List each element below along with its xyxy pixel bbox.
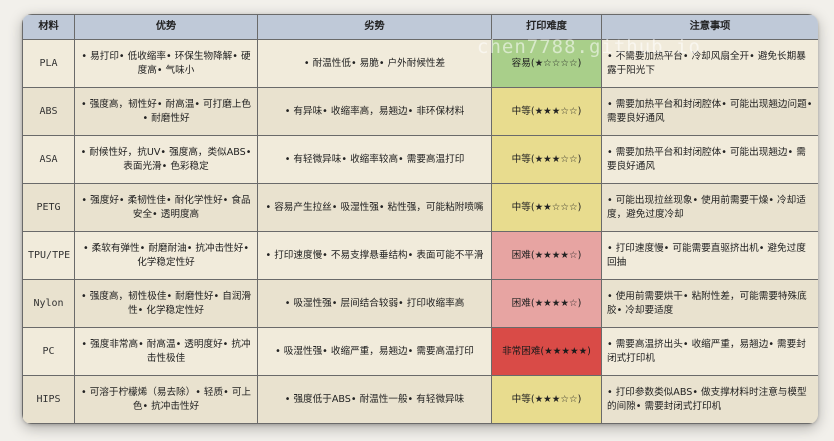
notes-cell: • 需要加热平台和封闭腔体• 可能出现翘边• 需要良好通风 [601,135,818,184]
disadvantages-cell: • 耐温性低• 易脆• 户外耐候性差 [257,39,492,88]
material-cell: ABS [22,87,75,136]
disadvantages-cell: • 有轻微异味• 收缩率较高• 需要高温打印 [257,135,492,184]
advantages-cell: • 强度非常高• 耐高温• 透明度好• 抗冲击性极佳 [74,327,258,376]
notes-cell: • 不需要加热平台• 冷却风扇全开• 避免长期暴露于阳光下 [601,39,818,88]
table-row: ABS • 强度高，韧性好• 耐高温• 可打磨上色• 耐磨性好 • 有异味• 收缩率… [22,87,818,136]
advantages-cell: • 易打印• 低收缩率• 环保生物降解• 硬度高• 气味小 [74,39,258,88]
disadvantages-cell: • 打印速度慢• 不易支撑悬垂结构• 表面可能不平滑 [257,231,492,280]
disadvantages-cell: • 容易产生拉丝• 吸湿性强• 粘性强，可能粘附喷嘴 [257,183,492,232]
material-cell: Nylon [22,279,75,328]
notes-cell: • 可能出现拉丝现象• 使用前需要干燥• 冷却适度，避免过度冷却 [601,183,818,232]
table-row: PC • 强度非常高• 耐高温• 透明度好• 抗冲击性极佳 • 吸湿性强• 收缩严重… [22,327,818,376]
difficulty-cell: 困难(★★★★☆) [491,231,602,280]
material-cell: TPU/TPE [22,231,75,280]
advantages-cell: • 可溶于柠檬烯（易去除）• 轻质• 可上色• 抗冲击性好 [74,375,258,424]
table-row: TPU/TPE • 柔软有弹性• 耐磨耐油• 抗冲击性好• 化学稳定性好 • 打印速… [22,231,818,280]
advantages-cell: • 耐候性好，抗UV• 强度高，类似ABS• 表面光滑• 色彩稳定 [74,135,258,184]
notes-cell: • 打印速度慢• 可能需要直驱挤出机• 避免过度回抽 [601,231,818,280]
materials-table-card: 材料 优势 劣势 打印难度 注意事项 PLA • 易打印• 低收缩率• 环保生物降… [22,14,818,424]
table-row: ASA • 耐候性好，抗UV• 强度高，类似ABS• 表面光滑• 色彩稳定 • 有轻… [22,135,818,184]
notes-cell: • 需要高温挤出头• 收缩严重，易翘边• 需要封闭式打印机 [601,327,818,376]
materials-table: 材料 优势 劣势 打印难度 注意事项 PLA • 易打印• 低收缩率• 环保生物降… [22,14,818,424]
notes-cell: • 需要加热平台和封闭腔体• 可能出现翘边问题• 需要良好通风 [601,87,818,136]
disadvantages-cell: • 强度低于ABS• 耐温性一般• 有轻微异味 [257,375,492,424]
difficulty-cell: 困难(★★★★☆) [491,279,602,328]
difficulty-cell: 中等(★★★☆☆) [491,87,602,136]
difficulty-cell: 中等(★★★☆☆) [491,375,602,424]
header-row: 材料 优势 劣势 打印难度 注意事项 [22,14,818,40]
notes-cell: • 使用前需要烘干• 粘附性差，可能需要特殊底胶• 冷却要适度 [601,279,818,328]
header-advantages: 优势 [74,14,258,40]
disadvantages-cell: • 吸湿性强• 层间结合较弱• 打印收缩率高 [257,279,492,328]
material-cell: PETG [22,183,75,232]
material-cell: PLA [22,39,75,88]
material-cell: ASA [22,135,75,184]
notes-cell: • 打印参数类似ABS• 做支撑材料时注意与模型的间隙• 需要封闭式打印机 [601,375,818,424]
difficulty-cell: 中等(★★☆☆☆) [491,183,602,232]
disadvantages-cell: • 有异味• 收缩率高，易翘边• 非环保材料 [257,87,492,136]
table-row: PLA • 易打印• 低收缩率• 环保生物降解• 硬度高• 气味小 • 耐温性低• … [22,39,818,88]
material-cell: PC [22,327,75,376]
difficulty-cell: 非常困难(★★★★★) [491,327,602,376]
header-disadvantages: 劣势 [257,14,492,40]
material-cell: HIPS [22,375,75,424]
table-row: Nylon • 强度高，韧性极佳• 耐磨性好• 自润滑性• 化学稳定性好 • 吸湿性… [22,279,818,328]
difficulty-cell: 容易(★☆☆☆☆) [491,39,602,88]
table-row: PETG • 强度好• 柔韧性佳• 耐化学性好• 食品安全• 透明度高 • 容易产生… [22,183,818,232]
disadvantages-cell: • 吸湿性强• 收缩严重，易翘边• 需要高温打印 [257,327,492,376]
advantages-cell: • 强度高，韧性好• 耐高温• 可打磨上色• 耐磨性好 [74,87,258,136]
advantages-cell: • 强度高，韧性极佳• 耐磨性好• 自润滑性• 化学稳定性好 [74,279,258,328]
header-notes: 注意事项 [601,14,818,40]
advantages-cell: • 柔软有弹性• 耐磨耐油• 抗冲击性好• 化学稳定性好 [74,231,258,280]
difficulty-cell: 中等(★★★☆☆) [491,135,602,184]
header-material: 材料 [22,14,75,40]
advantages-cell: • 强度好• 柔韧性佳• 耐化学性好• 食品安全• 透明度高 [74,183,258,232]
table-row: HIPS • 可溶于柠檬烯（易去除）• 轻质• 可上色• 抗冲击性好 • 强度低于A… [22,375,818,424]
header-difficulty: 打印难度 [491,14,602,40]
